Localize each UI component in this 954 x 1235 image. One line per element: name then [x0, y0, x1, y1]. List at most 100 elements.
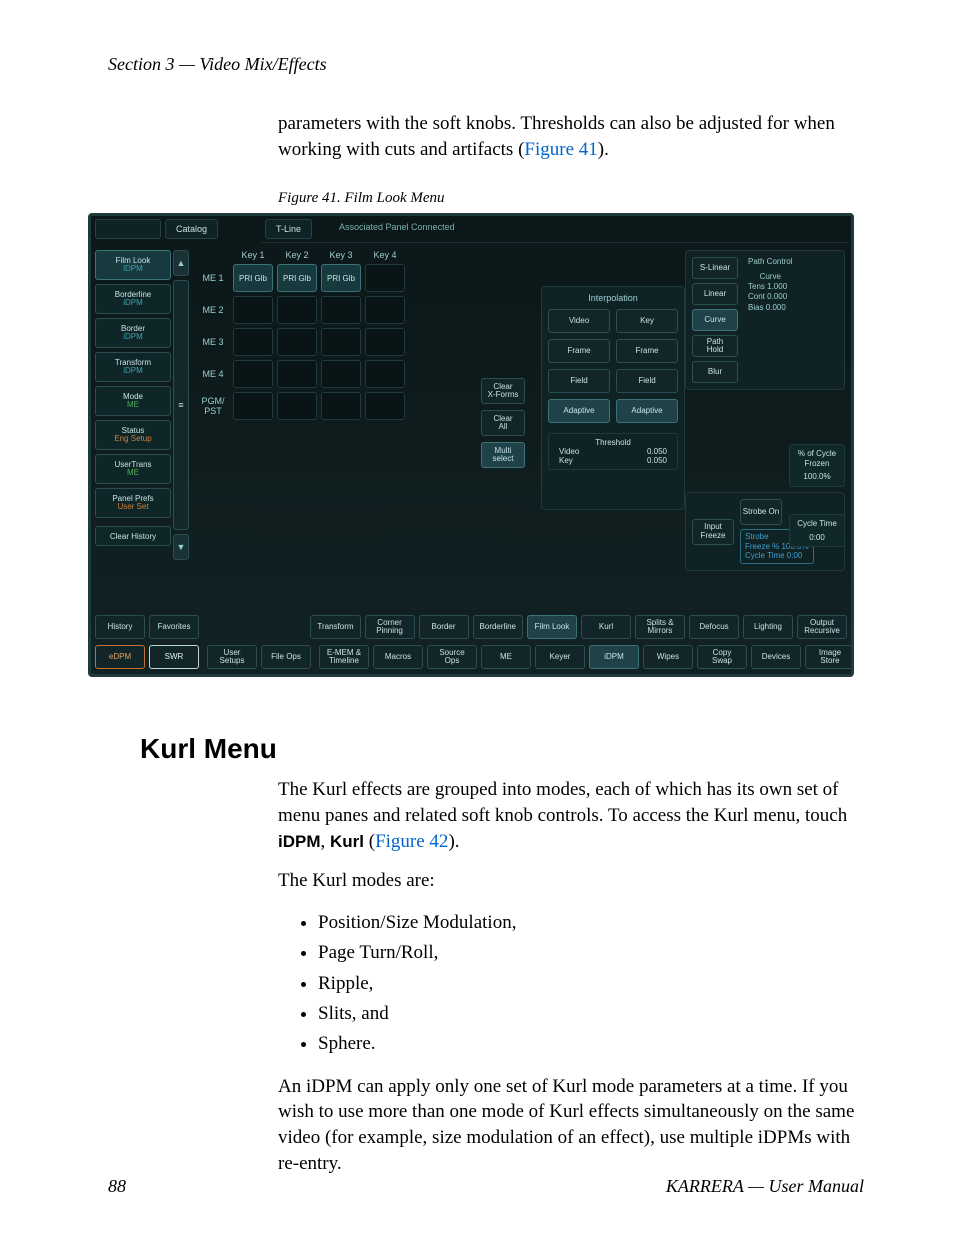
bottom-keyer[interactable]: Keyer	[535, 645, 585, 669]
input-freeze-button[interactable]: Input Freeze	[692, 519, 734, 545]
clear-history-button[interactable]: Clear History	[95, 526, 171, 546]
scroll-up-icon[interactable]: ▲	[173, 250, 189, 276]
grid-cell[interactable]	[321, 360, 361, 388]
rail-border[interactable]: BorderiDPM	[95, 318, 171, 348]
mode-splits-mirrors[interactable]: Splits & Mirrors	[635, 615, 685, 639]
path-linear[interactable]: Linear	[692, 283, 738, 305]
clear-0[interactable]: Clear X-Forms	[481, 378, 525, 404]
bottom-macros[interactable]: Macros	[373, 645, 423, 669]
grid-cell[interactable]	[233, 296, 273, 324]
mode-defocus[interactable]: Defocus	[689, 615, 739, 639]
mode-borderline[interactable]: Borderline	[473, 615, 523, 639]
mode-history[interactable]: History	[95, 615, 145, 639]
clear-2[interactable]: Multi select	[481, 442, 525, 468]
grid-cell[interactable]	[365, 392, 405, 420]
mode-output-recursive[interactable]: Output Recursive	[797, 615, 847, 639]
page-number: 88	[108, 1176, 126, 1197]
cycle-frozen-readout: % of Cycle Frozen 100.0%	[789, 444, 845, 487]
grid-cell[interactable]: PRI Glb	[233, 264, 273, 292]
bottom-swr[interactable]: SWR	[149, 645, 199, 669]
bottom-wipes[interactable]: Wipes	[643, 645, 693, 669]
path-blur[interactable]: Blur	[692, 361, 738, 383]
tab-empty[interactable]	[95, 219, 161, 239]
kurl-p2: The Kurl modes are:	[278, 868, 864, 894]
mode-border[interactable]: Border	[419, 615, 469, 639]
interp-field[interactable]: Field	[548, 369, 610, 393]
rail-film-look[interactable]: Film LookiDPM	[95, 250, 171, 280]
interp-frame[interactable]: Frame	[616, 339, 678, 363]
kurl-modes-list: Position/Size Modulation,Page Turn/Roll,…	[298, 908, 864, 1060]
running-head: Section 3 — Video Mix/Effects	[108, 54, 864, 75]
interp-adaptive[interactable]: Adaptive	[548, 399, 610, 423]
rail-borderline[interactable]: BorderlineiDPM	[95, 284, 171, 314]
path-control-panel: S-LinearLinearCurvePath HoldBlur Path Co…	[685, 250, 845, 390]
intro-paragraph: parameters with the soft knobs. Threshol…	[278, 111, 864, 162]
bottom-idpm[interactable]: iDPM	[589, 645, 639, 669]
bottom-e-mem-timeline[interactable]: E-MEM & Timeline	[319, 645, 369, 669]
path-s-linear[interactable]: S-Linear	[692, 257, 738, 279]
grid-cell[interactable]: PRI Glb	[277, 264, 317, 292]
mode-favorites[interactable]: Favorites	[149, 615, 199, 639]
interp-video[interactable]: Video	[548, 309, 610, 333]
film-look-menu-screenshot: Catalog T-Line Associated Panel Connecte…	[88, 213, 854, 677]
rail-status[interactable]: StatusEng Setup	[95, 420, 171, 450]
kurl-heading: Kurl Menu	[140, 733, 864, 765]
mode-corner-pinning[interactable]: Corner Pinning	[365, 615, 415, 639]
figure-caption: Figure 41. Film Look Menu	[278, 190, 864, 207]
interp-adaptive[interactable]: Adaptive	[616, 399, 678, 423]
rail-panel-prefs[interactable]: Panel PrefsUser Set	[95, 488, 171, 518]
grid-cell[interactable]	[277, 392, 317, 420]
kurl-mode-item: Position/Size Modulation,	[318, 908, 864, 938]
bottom-me[interactable]: ME	[481, 645, 531, 669]
bottom-user-setups[interactable]: User Setups	[207, 645, 257, 669]
scroll-down-icon[interactable]: ▼	[173, 534, 189, 560]
assoc-panel-label: Associated Panel Connected	[339, 222, 455, 232]
grid-cell[interactable]	[277, 328, 317, 356]
strobe-on-button[interactable]: Strobe On	[740, 499, 782, 525]
kurl-mode-item: Sphere.	[318, 1029, 864, 1059]
kurl-p3: An iDPM can apply only one set of Kurl m…	[278, 1074, 864, 1177]
path-curve[interactable]: Curve	[692, 309, 738, 331]
mode-transform[interactable]: Transform	[310, 615, 360, 639]
grid-cell[interactable]	[365, 360, 405, 388]
tab-tline[interactable]: T-Line	[265, 219, 312, 239]
mode-lighting[interactable]: Lighting	[743, 615, 793, 639]
mode-film-look[interactable]: Film Look	[527, 615, 577, 639]
grid-cell[interactable]	[321, 328, 361, 356]
clear-1[interactable]: Clear All	[481, 410, 525, 436]
bottom-file-ops[interactable]: File Ops	[261, 645, 311, 669]
grid-cell[interactable]	[233, 392, 273, 420]
rail-transform[interactable]: TransformiDPM	[95, 352, 171, 382]
cycle-time-readout: Cycle Time 0:00	[789, 514, 845, 547]
grid-cell[interactable]	[365, 328, 405, 356]
path-path-hold[interactable]: Path Hold	[692, 335, 738, 357]
bottom-image-store[interactable]: Image Store	[805, 645, 854, 669]
mode-kurl[interactable]: Kurl	[581, 615, 631, 639]
scroll-handle-icon[interactable]: ≡	[173, 280, 189, 530]
kurl-mode-item: Slits, and	[318, 999, 864, 1029]
interp-frame[interactable]: Frame	[548, 339, 610, 363]
interpolation-panel: Interpolation VideoKeyFrameFrameFieldFie…	[541, 286, 685, 510]
interp-key[interactable]: Key	[616, 309, 678, 333]
grid-cell[interactable]: PRI Glb	[321, 264, 361, 292]
grid-cell[interactable]	[321, 296, 361, 324]
grid-cell[interactable]	[365, 296, 405, 324]
grid-cell[interactable]	[277, 296, 317, 324]
figure-42-link[interactable]: Figure 42	[375, 831, 448, 852]
bottom-edpm[interactable]: eDPM	[95, 645, 145, 669]
grid-cell[interactable]	[277, 360, 317, 388]
bottom-source-ops[interactable]: Source Ops	[427, 645, 477, 669]
bottom-devices[interactable]: Devices	[751, 645, 801, 669]
rail-mode[interactable]: ModeME	[95, 386, 171, 416]
tab-catalog[interactable]: Catalog	[165, 219, 218, 239]
figure-41-link[interactable]: Figure 41	[524, 139, 597, 160]
kurl-p1: The Kurl effects are grouped into modes,…	[278, 777, 864, 854]
grid-cell[interactable]	[365, 264, 405, 292]
interp-field[interactable]: Field	[616, 369, 678, 393]
manual-title: KARRERA — User Manual	[666, 1176, 864, 1197]
bottom-copy-swap[interactable]: Copy Swap	[697, 645, 747, 669]
grid-cell[interactable]	[233, 328, 273, 356]
grid-cell[interactable]	[321, 392, 361, 420]
rail-usertrans[interactable]: UserTransME	[95, 454, 171, 484]
grid-cell[interactable]	[233, 360, 273, 388]
